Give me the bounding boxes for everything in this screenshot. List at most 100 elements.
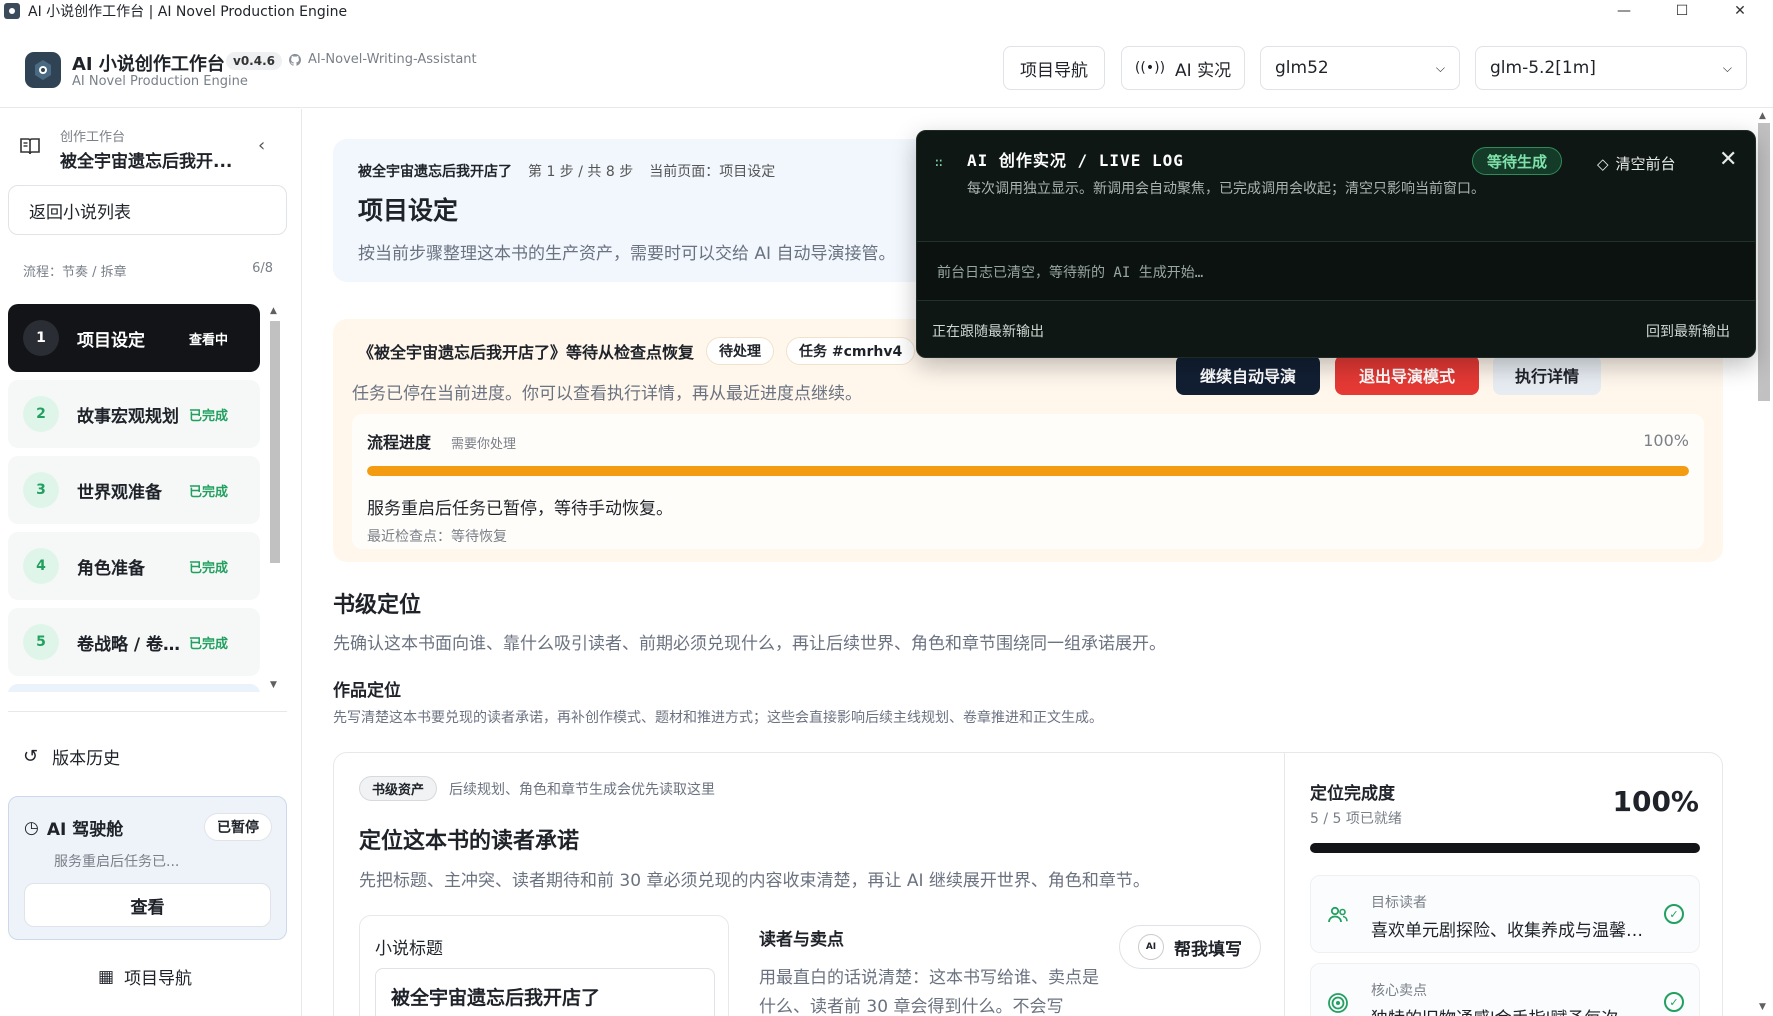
- clear-foreground-label: 清空前台: [1615, 155, 1676, 173]
- version-badge: v0.4.6: [226, 52, 282, 70]
- live-log-output: 前台日志已清空，等待新的 AI 生成开始…: [917, 241, 1755, 301]
- scroll-up-icon[interactable]: ▲: [270, 306, 277, 316]
- progress-heading: 流程进度 需要你处理: [367, 429, 516, 453]
- section-desc: 先确认这本书面向谁、靠什么吸引读者、前期必须兑现什么，再让后续世界、角色和章节围…: [333, 634, 1166, 654]
- reader-desc: 用最直白的话说清楚：这本书写给谁、卖点是什么、读者前 30 章会得到什么。不会写: [759, 968, 1099, 1016]
- step-item-next[interactable]: [8, 684, 260, 692]
- execution-detail-button[interactable]: 执行详情: [1493, 355, 1601, 395]
- eraser-icon: ◇: [1597, 154, 1609, 173]
- book-title: 被全宇宙遗忘后我开...: [60, 152, 233, 172]
- card-title: 定位这本书的读者承诺: [359, 829, 580, 854]
- drag-handle-icon[interactable]: ∷: [935, 156, 943, 171]
- step-list-scrollbar[interactable]: ▲ ▼: [267, 304, 283, 692]
- step-status: 已完成: [189, 408, 229, 424]
- clock-icon: ◷: [24, 817, 39, 838]
- clear-foreground-button[interactable]: ◇ 清空前台: [1597, 153, 1676, 174]
- window-titlebar: AI 小说创作工作台 | AI Novel Production Engine …: [0, 0, 1773, 22]
- users-icon: [1328, 906, 1348, 923]
- subsection-desc: 先写清楚这本书要兑现的读者承诺，再补创作模式、题材和推进方式；这些会直接影响后续…: [333, 710, 1103, 726]
- minimize-button[interactable]: —: [1601, 0, 1647, 22]
- brand-subtitle: AI Novel Production Engine: [72, 74, 248, 89]
- flow-status: 流程：节奏 / 拆章 6/8: [23, 261, 273, 280]
- cockpit-view-button[interactable]: 查看: [24, 883, 271, 927]
- step-item-volume-strategy[interactable]: 5 卷战略 / 卷骨架 已完成: [8, 608, 260, 676]
- log-line: 前台日志已清空，等待新的 AI 生成开始…: [937, 265, 1204, 281]
- breadcrumb-page: 当前页面：项目设定: [649, 164, 776, 180]
- brand-title: AI 小说创作工作台: [72, 54, 225, 75]
- progress-percent: 100%: [1643, 431, 1689, 450]
- positioning-card: 书级资产 后续规划、角色和章节生成会优先读取这里 定位这本书的读者承诺 先把标题…: [333, 752, 1723, 1016]
- cockpit-status-badge: 已暂停: [204, 813, 272, 841]
- close-live-log-button[interactable]: ✕: [1719, 147, 1737, 172]
- subsection-title: 作品定位: [333, 681, 401, 701]
- breadcrumb-step: 第 1 步 / 共 8 步: [528, 164, 634, 180]
- step-number: 2: [23, 396, 59, 432]
- main-scrollbar[interactable]: ▲ ▼: [1755, 109, 1773, 1016]
- completion-label: 定位完成度: [1310, 784, 1395, 804]
- step-status: 已完成: [189, 636, 229, 652]
- step-item-macro-plan[interactable]: 2 故事宏观规划 已完成: [8, 380, 260, 448]
- novel-title-input[interactable]: 被全宇宙遗忘后我开店了: [375, 968, 715, 1016]
- live-log-desc: 每次调用独立显示。新调用会自动聚焦，已完成调用会收起；清空只影响当前窗口。: [967, 181, 1485, 197]
- step-status: 查看中: [189, 332, 229, 348]
- sidebar-header: 创作工作台 被全宇宙遗忘后我开... ‹: [0, 109, 302, 184]
- progress-card: 流程进度 需要你处理 100% 服务重启后任务已暂停，等待手动恢复。 最近检查点…: [352, 414, 1704, 549]
- progress-label: 流程进度: [367, 433, 432, 452]
- task-id-badge: 任务 #cmrhv4: [786, 337, 916, 365]
- progress-hint: 需要你处理: [451, 437, 517, 452]
- step-number: 4: [23, 548, 59, 584]
- target-icon: [1328, 993, 1348, 1013]
- step-item-project-setup[interactable]: 1 项目设定 查看中: [8, 304, 260, 372]
- step-status: 已完成: [189, 560, 229, 576]
- back-to-novels-button[interactable]: 返回小说列表: [8, 185, 287, 235]
- broadcast-icon: ((•)): [1134, 60, 1166, 76]
- asset-tag-row: 书级资产 后续规划、角色和章节生成会优先读取这里: [359, 776, 715, 801]
- chevron-down-icon: ⌵: [1435, 60, 1445, 75]
- model-select[interactable]: glm-5.2[1m] ⌵: [1475, 46, 1747, 90]
- scrollbar-thumb[interactable]: [1758, 123, 1770, 401]
- progress-bar-fill: [367, 466, 1689, 476]
- completion-bar-fill: [1310, 843, 1700, 853]
- following-status: 正在跟随最新输出: [932, 324, 1044, 340]
- novel-title-label: 小说标题: [375, 939, 443, 959]
- progress-message: 服务重启后任务已暂停，等待手动恢复。: [367, 499, 673, 519]
- cockpit-title: AI 驾驶舱: [46, 820, 124, 840]
- step-number: 1: [23, 320, 59, 356]
- help-fill-button[interactable]: AI 帮我填写: [1119, 925, 1261, 969]
- scroll-down-icon[interactable]: ▼: [1759, 1002, 1766, 1012]
- maximize-button[interactable]: ☐: [1659, 0, 1705, 22]
- close-window-button[interactable]: ✕: [1717, 0, 1763, 22]
- collapse-sidebar-icon[interactable]: ‹: [258, 135, 265, 156]
- reader-field: 读者与卖点 用最直白的话说清楚：这本书写给谁、卖点是什么、读者前 30 章会得到…: [759, 925, 1114, 1016]
- provider-select[interactable]: glm52 ⌵: [1260, 46, 1460, 90]
- exit-director-button[interactable]: 退出导演模式: [1335, 355, 1479, 395]
- readiness-label: 目标读者: [1371, 895, 1427, 911]
- readiness-item-target-readers[interactable]: 目标读者 喜欢单元剧探险、收集养成与温馨治愈的读者 ✓: [1310, 875, 1700, 953]
- logo-icon: [35, 60, 51, 80]
- novel-title-field: 小说标题 被全宇宙遗忘后我开店了: [359, 915, 729, 1016]
- scroll-down-icon[interactable]: ▼: [270, 680, 277, 690]
- page-title: 项目设定: [358, 196, 459, 225]
- breadcrumb-book: 被全宇宙遗忘后我开店了: [358, 164, 512, 180]
- project-nav-button[interactable]: 项目导航: [1003, 46, 1105, 90]
- asset-tag: 书级资产: [359, 776, 438, 801]
- step-number: 5: [23, 624, 59, 660]
- scrollbar-thumb[interactable]: [270, 321, 280, 563]
- repo-link[interactable]: AI-Novel-Writing-Assistant: [288, 52, 477, 67]
- back-to-latest-button[interactable]: 回到最新输出: [1646, 321, 1730, 341]
- divider: [8, 711, 287, 712]
- version-history-link[interactable]: ↺ 版本历史: [23, 744, 120, 769]
- readiness-item-selling-point[interactable]: 核心卖点 独特的旧物通感'金手指'赋予每次 ✓: [1310, 963, 1700, 1016]
- check-circle-icon: ✓: [1664, 904, 1684, 924]
- app-icon: [4, 3, 20, 19]
- window-title: AI 小说创作工作台 | AI Novel Production Engine: [28, 4, 348, 20]
- flow-label: 流程：节奏 / 拆章: [23, 265, 127, 280]
- progress-bar: [367, 466, 1689, 476]
- ai-live-button[interactable]: ((•)) AI 实况: [1121, 46, 1245, 90]
- recovery-desc: 任务已停在当前进度。你可以查看执行详情，再从最近进度点继续。: [352, 384, 862, 404]
- continue-director-button[interactable]: 继续自动导演: [1176, 355, 1320, 395]
- step-item-worldview[interactable]: 3 世界观准备 已完成: [8, 456, 260, 524]
- sidebar-project-nav[interactable]: ▦ 项目导航: [98, 964, 192, 990]
- step-item-characters[interactable]: 4 角色准备 已完成: [8, 532, 260, 600]
- scroll-up-icon[interactable]: ▲: [1759, 111, 1766, 121]
